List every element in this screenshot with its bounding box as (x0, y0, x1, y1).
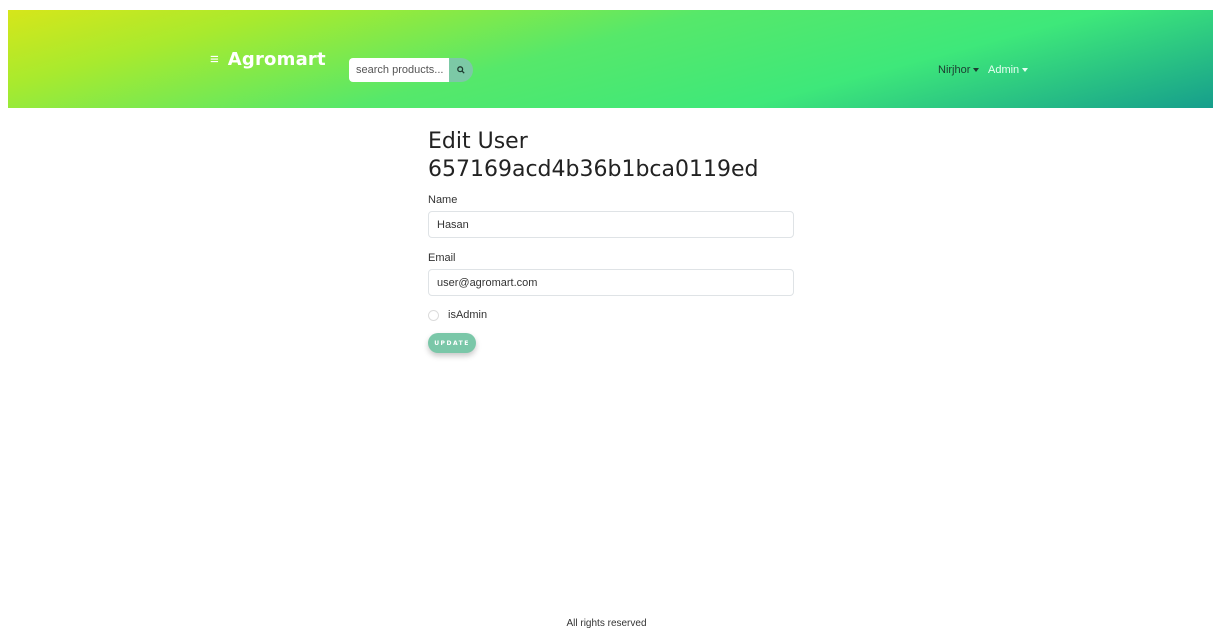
name-field[interactable] (428, 211, 794, 238)
isadmin-row: isAdmin (428, 309, 487, 321)
admin-dropdown-label: Admin (988, 64, 1020, 76)
user-id: 657169acd4b36b1bca0119ed (428, 157, 759, 182)
footer-text: All rights reserved (566, 618, 647, 629)
caret-down-icon (1022, 68, 1029, 72)
page-title: Edit User 657169acd4b36b1bca0119ed (428, 128, 848, 184)
name-label: Name (428, 194, 458, 206)
search-bar (349, 58, 473, 82)
email-field[interactable] (428, 269, 794, 296)
hamburger-icon[interactable]: ≡ (210, 52, 219, 67)
admin-dropdown[interactable]: Admin (988, 64, 1029, 76)
email-label: Email (428, 252, 456, 264)
isadmin-label[interactable]: isAdmin (448, 309, 487, 321)
navbar: ≡ Agromart Nirjhor Admin (8, 10, 1213, 108)
page-title-text: Edit User (428, 129, 528, 154)
update-button[interactable]: UPDATE (428, 333, 476, 353)
search-input[interactable] (349, 58, 451, 82)
footer: All rights reserved (0, 618, 1213, 629)
search-icon (457, 66, 465, 74)
isadmin-checkbox[interactable] (428, 309, 439, 321)
brand-logo[interactable]: Agromart (228, 49, 326, 70)
caret-down-icon (973, 68, 980, 72)
user-dropdown[interactable]: Nirjhor (938, 64, 980, 76)
search-button[interactable] (449, 58, 473, 82)
brand-area: ≡ Agromart (210, 49, 326, 70)
user-dropdown-label: Nirjhor (938, 64, 971, 76)
